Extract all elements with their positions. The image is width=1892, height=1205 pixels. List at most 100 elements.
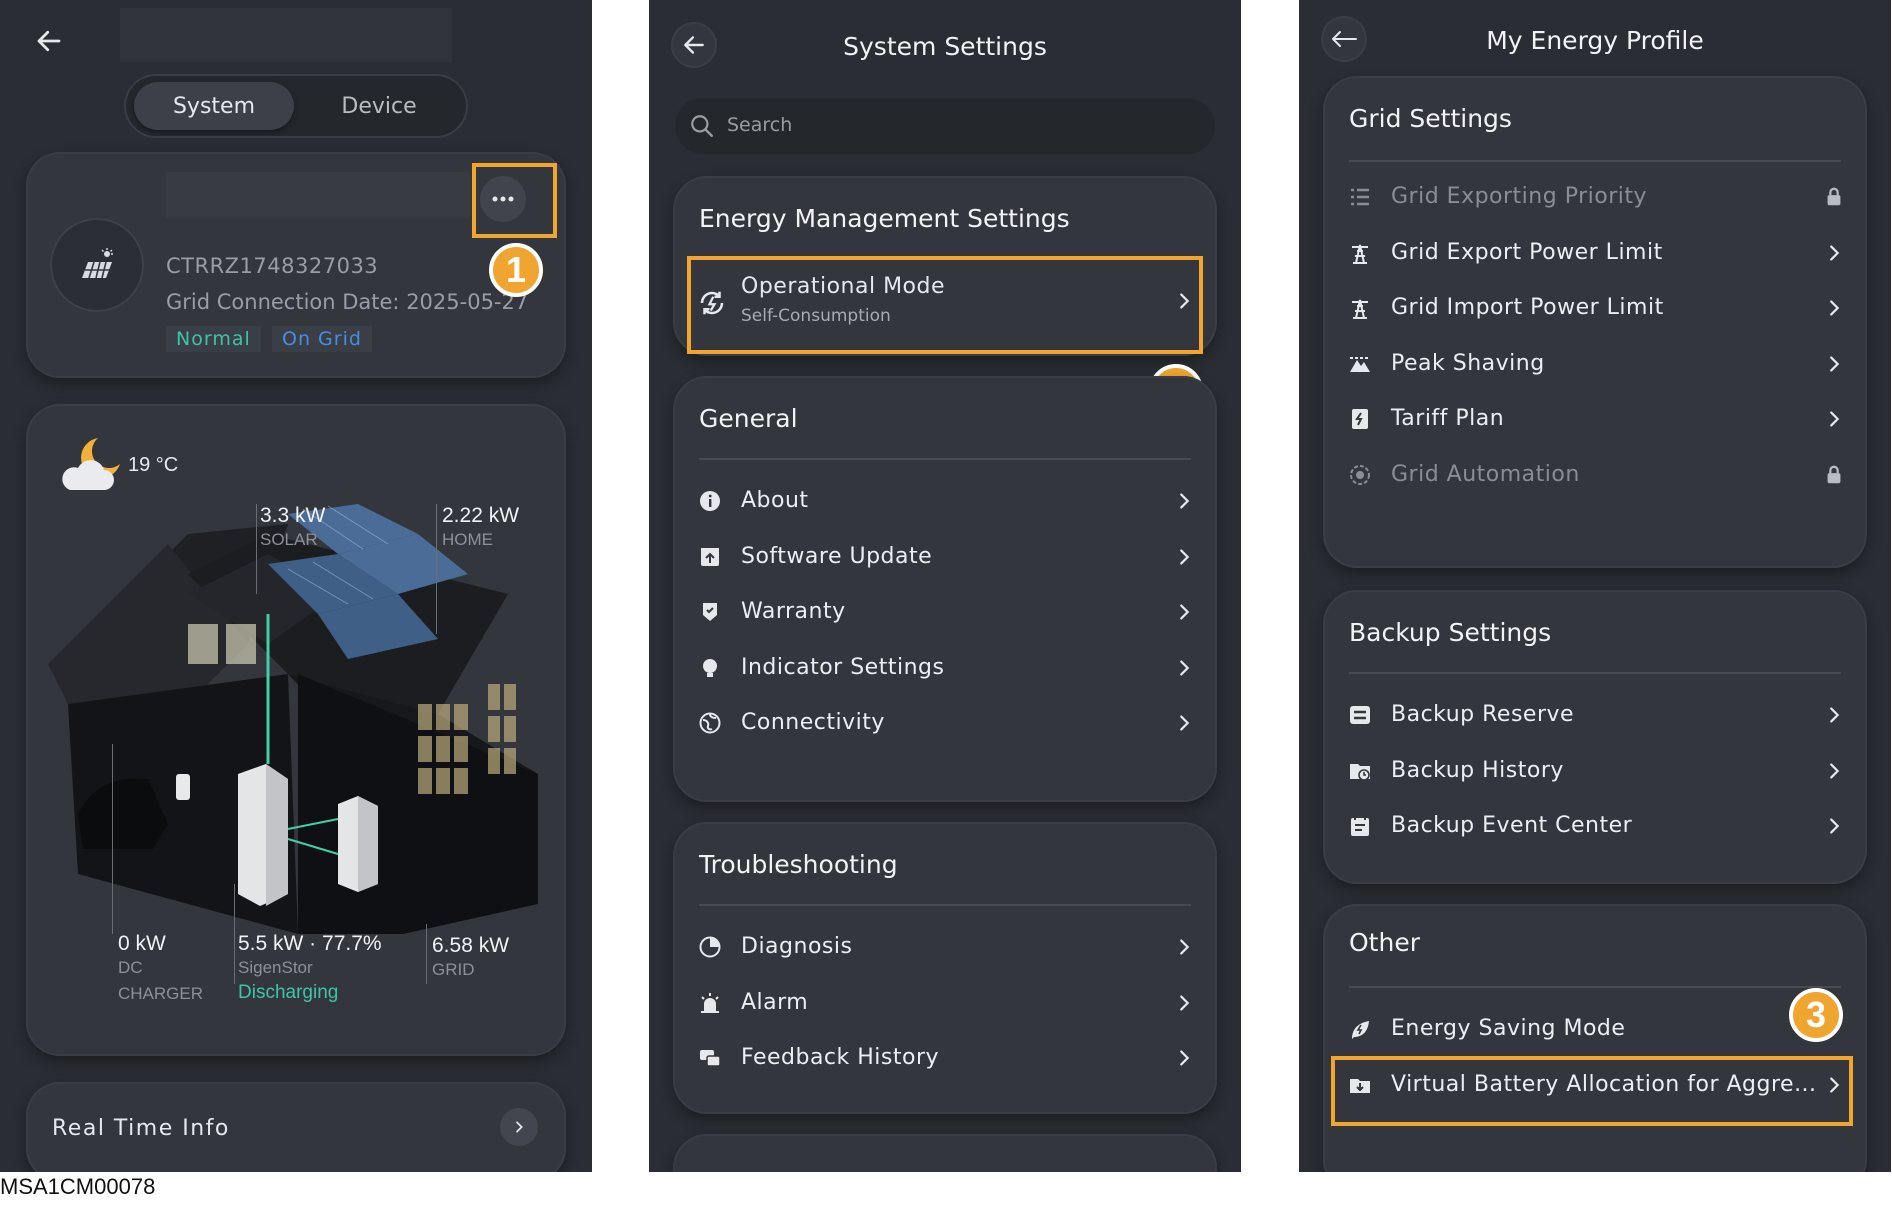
backup-divider: [1349, 672, 1841, 674]
upload-icon: [701, 547, 719, 566]
automation-icon: [1350, 464, 1370, 485]
home-stat: 2.22 kW HOME: [442, 504, 519, 550]
troubleshooting-section-title: Troubleshooting: [699, 850, 898, 879]
chevron-right-icon: [1830, 411, 1840, 427]
leaf-bolt-icon: [1352, 1021, 1369, 1039]
diagnosis-icon: [699, 936, 721, 958]
row-label: Grid Automation: [1391, 461, 1580, 487]
chevron-right-icon: [1180, 939, 1190, 955]
general-section-title: General: [699, 404, 798, 433]
grid-section-title: Grid Settings: [1349, 104, 1512, 133]
real-time-info-row[interactable]: Real Time Info: [26, 1082, 566, 1172]
status-badge-normal: Normal: [166, 326, 261, 352]
row-label: Grid Exporting Priority: [1391, 184, 1647, 209]
row-label: Backup Reserve: [1391, 702, 1575, 727]
general-divider: [699, 458, 1191, 460]
charger-value: 0 kW: [118, 932, 166, 955]
battery-state: Discharging: [238, 982, 339, 1003]
feedback-icon: [700, 1050, 721, 1067]
export-priority-icon: [1351, 188, 1369, 206]
row-label: Backup Event Center: [1391, 813, 1633, 838]
row-icon-wrap: [1347, 702, 1373, 728]
battery-label: SigenStor: [238, 958, 313, 977]
tower-icon: [1352, 244, 1368, 264]
search-input[interactable]: Search: [675, 98, 1215, 154]
charger-label-charger: CHARGER: [118, 984, 204, 1003]
highlight-more-button: [472, 163, 557, 238]
grid-item-grid-automation: Grid Automation: [1323, 442, 1867, 508]
backup-item-backup-event-center[interactable]: Backup Event Center: [1323, 793, 1867, 859]
row-label: Connectivity: [741, 710, 885, 735]
device-name-placeholder: [166, 172, 470, 218]
row-icon-wrap: [697, 934, 723, 960]
highlight-virtual-battery: [1331, 1056, 1853, 1126]
chevron-right-icon: [1180, 548, 1190, 565]
row-icon-wrap: [1347, 295, 1373, 321]
row-label: Alarm: [741, 989, 809, 1015]
row-label: Grid Import Power Limit: [1391, 295, 1664, 320]
row-label: Software Update: [741, 543, 933, 569]
system-panel: System Device CTRRZ1748327033 Grid Conne…: [0, 0, 592, 1172]
chevron-right-icon: [1830, 818, 1840, 834]
row-label: Diagnosis: [741, 934, 853, 959]
status-badge-grid: On Grid: [272, 326, 372, 352]
charger-label-dc: DC: [118, 958, 143, 977]
step-badge-1: 1: [489, 243, 543, 297]
step-badge-3: 3: [1789, 988, 1843, 1042]
info-icon: [700, 491, 720, 511]
row-icon-wrap: [697, 655, 723, 681]
row-label: Grid Export Power Limit: [1391, 239, 1663, 265]
battery-stat: 5.5 kW · 77.7% SigenStor Discharging: [238, 932, 382, 1004]
charger-stat: 0 kW DC CHARGER: [118, 932, 203, 1004]
row-icon-wrap: [1347, 813, 1373, 839]
row-icon-wrap: [1347, 351, 1373, 377]
row-icon-wrap: [697, 488, 723, 514]
event-icon: [1351, 816, 1369, 836]
lock-icon: [1827, 187, 1841, 206]
row-icon-wrap: [1347, 406, 1373, 432]
other-card: Other Energy Saving Mode Virtual Battery …: [1323, 904, 1867, 1172]
battery-leader-line: [234, 884, 235, 984]
backup-reserve-icon: [1350, 706, 1370, 724]
history-icon: [1350, 763, 1370, 781]
grid-stat: 6.58 kW GRID: [432, 934, 509, 980]
row-icon-wrap: [697, 599, 723, 625]
row-label: Tariff Plan: [1391, 406, 1505, 431]
chevron-right-icon: [1180, 493, 1190, 509]
solar-panel-icon: [82, 248, 113, 279]
chevron-right-icon: [1830, 300, 1840, 316]
tab-system[interactable]: System: [134, 82, 294, 130]
tab-device[interactable]: Device: [304, 82, 454, 130]
back-button[interactable]: [26, 18, 72, 64]
tower-icon: [1352, 299, 1368, 319]
figure-caption: MSA1CM00078: [0, 1174, 156, 1199]
solar-stat: 3.3 kW SOLAR: [260, 504, 325, 550]
row-icon-wrap: [697, 990, 723, 1016]
settings-item-connectivity[interactable]: Connectivity: [673, 690, 1217, 756]
row-label: Peak Shaving: [1391, 350, 1545, 376]
page-title: My Energy Profile: [1486, 26, 1704, 55]
globe-icon: [699, 712, 721, 734]
settings-item-feedback-history[interactable]: Feedback History: [673, 1025, 1217, 1091]
real-time-info-button[interactable]: [500, 1108, 538, 1146]
chevron-right-icon: [1180, 1050, 1190, 1066]
alarm-icon: [701, 992, 719, 1013]
chevron-right-icon: [1830, 355, 1840, 372]
energy-profile-panel: My Energy Profile Grid Settings Grid Exp…: [1299, 0, 1891, 1172]
chevron-right-icon: [1830, 762, 1840, 779]
chevron-right-icon: [1180, 604, 1190, 620]
charger-leader-line: [112, 744, 113, 934]
home-leader-line: [436, 504, 437, 634]
row-icon-wrap: [1347, 184, 1373, 210]
backup-section-title: Backup Settings: [1349, 618, 1552, 647]
row-label: About: [741, 488, 809, 513]
tab-device-label: Device: [341, 93, 417, 119]
troubleshooting-divider: [699, 904, 1191, 906]
chevron-right-icon: [1180, 994, 1190, 1011]
row-label: Indicator Settings: [741, 654, 945, 680]
tab-system-label: System: [172, 93, 256, 119]
grid-settings-card: Grid Settings Grid Exporting Priority Gri…: [1323, 76, 1867, 568]
grid-divider: [1349, 160, 1841, 162]
page-title: System Settings: [843, 32, 1047, 61]
solar-value: 3.3 kW: [260, 504, 326, 527]
